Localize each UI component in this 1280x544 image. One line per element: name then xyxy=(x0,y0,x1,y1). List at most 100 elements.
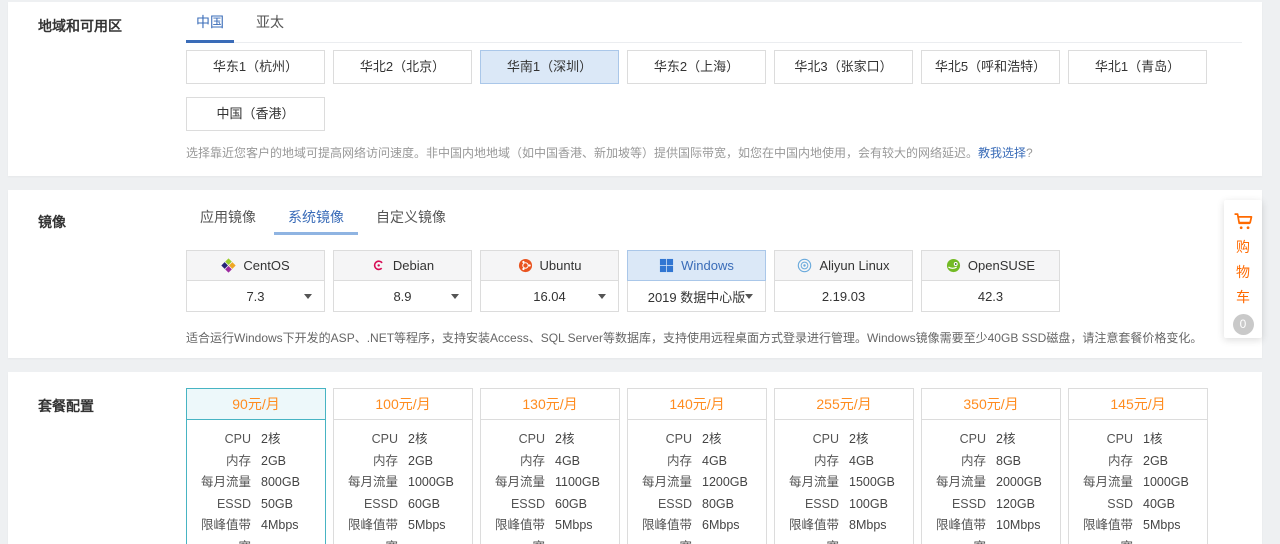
os-card-5[interactable]: OpenSUSE 42.3 xyxy=(921,250,1060,312)
help-link[interactable]: 教我选择 xyxy=(978,146,1026,160)
os-version-select[interactable]: 2019 数据中心版 xyxy=(627,281,766,312)
ubuntu-icon xyxy=(518,258,533,273)
spec-value: 2核 xyxy=(702,432,722,446)
image-tab-0[interactable]: 应用镜像 xyxy=(186,200,270,235)
region-section: 地域和可用区 中国 亚太 华东1（杭州） 华北2（北京） 华南1（深圳） 华东2（上海）… xyxy=(8,2,1262,176)
spec-value: 2GB xyxy=(261,453,287,468)
os-name: Aliyun Linux xyxy=(819,258,890,273)
image-tab-1[interactable]: 系统镜像 xyxy=(274,200,358,235)
spec-value: 4GB xyxy=(702,453,728,468)
plan-card-0[interactable]: 90元/月 CPU 2核内存 2GB 每月流量 800GB ESSD 50GB 限峰值带宽 4Mb… xyxy=(186,388,326,544)
spec-label: ESSD xyxy=(216,496,251,511)
spec-label: 内存 xyxy=(960,453,986,468)
region-button-0[interactable]: 华东1（杭州） xyxy=(186,50,325,84)
os-card-header: Windows xyxy=(627,250,766,281)
spec-label: 每月流量 xyxy=(788,475,839,489)
spec-label: 内存 xyxy=(666,453,692,468)
region-tabbar: 中国 亚太 xyxy=(186,2,1242,43)
plan-card-3[interactable]: 140元/月 CPU 2核内存 4GB 每月流量 1200GB ESSD 80GB 限峰值带宽 6… xyxy=(627,388,767,544)
centos-icon xyxy=(221,258,237,273)
spec-label: ESSD xyxy=(804,496,839,511)
spec-value: 1500GB xyxy=(849,475,895,489)
spec-value: 2核 xyxy=(996,432,1016,446)
region-button-1[interactable]: 华北2（北京） xyxy=(333,50,472,84)
plan-card-6[interactable]: 145元/月 CPU 1核内存 2GB 每月流量 1000GB SSD 40GB 限峰值带宽 5M… xyxy=(1068,388,1208,544)
image-section: 镜像 应用镜像 系统镜像 自定义镜像 CentOS 7.3 Debian 8.9 Ubunt… xyxy=(8,190,1262,358)
spec-label: 内存 xyxy=(813,453,839,468)
os-name: Debian xyxy=(392,258,435,273)
region-help-text: 选择靠近您客户的地域可提高网络访问速度。非中国内地地域（如中国香港、新加坡等）提… xyxy=(186,146,979,160)
os-version-select[interactable]: 7.3 xyxy=(186,281,325,312)
os-version-select[interactable]: 8.9 xyxy=(333,281,472,312)
spec-label: 每月流量 xyxy=(347,475,398,489)
os-name: Windows xyxy=(681,258,734,273)
spec-value: 1核 xyxy=(1143,432,1163,446)
cart-label-char: 物 xyxy=(1236,264,1250,280)
spec-label: CPU xyxy=(371,432,398,446)
os-card-1[interactable]: Debian 8.9 xyxy=(333,250,472,312)
spec-label: CPU xyxy=(1106,432,1133,446)
os-name: Ubuntu xyxy=(539,258,582,273)
region-button-2[interactable]: 华南1（深圳） xyxy=(480,50,619,84)
region-grid: 华东1（杭州） 华北2（北京） 华南1（深圳） 华东2（上海） 华北3（张家口） 华北5（… xyxy=(186,50,1242,144)
spec-label: 每月流量 xyxy=(1082,475,1133,489)
spec-value: 60GB xyxy=(408,496,440,511)
spec-value: 2核 xyxy=(849,432,869,446)
os-card-4[interactable]: Aliyun Linux 2.19.03 xyxy=(774,250,913,312)
spec-value: 8Mbps xyxy=(849,518,887,532)
plan-card-4[interactable]: 255元/月 CPU 2核内存 4GB 每月流量 1500GB ESSD 100GB 限峰值带宽… xyxy=(774,388,914,544)
plan-row: 90元/月 CPU 2核内存 2GB 每月流量 800GB ESSD 50GB 限峰值带宽 4Mb… xyxy=(186,388,1242,544)
region-button-3[interactable]: 华东2（上海） xyxy=(627,50,766,84)
debian-icon xyxy=(371,258,386,273)
os-description: 适合运行Windows下开发的ASP、.NET等程序，支持安装Access、SQ… xyxy=(186,331,1203,345)
image-section-title: 镜像 xyxy=(38,214,66,230)
plan-card-5[interactable]: 350元/月 CPU 2核内存 8GB 每月流量 2000GB ESSD 120GB 限峰值带宽… xyxy=(921,388,1061,544)
spec-value: 1000GB xyxy=(1143,475,1189,489)
spec-label: 内存 xyxy=(372,453,398,468)
spec-label: 每月流量 xyxy=(494,475,545,489)
plan-price: 90元/月 xyxy=(187,389,325,420)
spec-label: ESSD xyxy=(951,496,986,511)
os-card-2[interactable]: Ubuntu 16.04 xyxy=(480,250,619,312)
region-tab-1[interactable]: 亚太 xyxy=(246,2,294,42)
plan-card-2[interactable]: 130元/月 CPU 2核内存 4GB 每月流量 1100GB ESSD 60GB 限峰值带宽 5… xyxy=(480,388,620,544)
spec-label: 限峰值带宽 xyxy=(1082,518,1133,544)
region-button-6[interactable]: 华北1（青岛） xyxy=(1068,50,1207,84)
spec-label: 每月流量 xyxy=(641,475,692,489)
image-tab-2[interactable]: 自定义镜像 xyxy=(362,200,460,235)
spec-value: 4Mbps xyxy=(261,518,299,532)
spec-label: CPU xyxy=(224,432,251,446)
spec-label: CPU xyxy=(665,432,692,446)
os-card-3[interactable]: Windows 2019 数据中心版 xyxy=(627,250,766,312)
chevron-down-icon xyxy=(745,294,753,299)
spec-value: 5Mbps xyxy=(408,518,446,532)
os-card-header: CentOS xyxy=(186,250,325,281)
plan-price: 140元/月 xyxy=(628,389,766,420)
spec-label: 限峰值带宽 xyxy=(641,518,692,544)
chevron-down-icon xyxy=(598,294,606,299)
region-help: 选择靠近您客户的地域可提高网络访问速度。非中国内地地域（如中国香港、新加坡等）提… xyxy=(186,144,1242,161)
plan-specs: CPU 2核内存 4GB 每月流量 1100GB ESSD 60GB 限峰值带宽 5Mbps xyxy=(481,420,619,544)
spec-value: 2核 xyxy=(261,432,281,446)
spec-value: 800GB xyxy=(261,475,300,489)
region-button-4[interactable]: 华北3（张家口） xyxy=(774,50,913,84)
spec-label: 限峰值带宽 xyxy=(494,518,545,544)
spec-label: SSD xyxy=(1107,496,1133,511)
os-version-select[interactable]: 16.04 xyxy=(480,281,619,312)
spec-value: 60GB xyxy=(555,496,587,511)
chevron-down-icon xyxy=(304,294,312,299)
spec-label: ESSD xyxy=(510,496,545,511)
image-tabbar: 应用镜像 系统镜像 自定义镜像 xyxy=(186,190,1242,235)
region-tab-0[interactable]: 中国 xyxy=(186,2,234,43)
cart-panel[interactable]: 购物车 0 xyxy=(1224,200,1262,338)
plan-card-1[interactable]: 100元/月 CPU 2核内存 2GB 每月流量 1000GB ESSD 60GB 限峰值带宽 5… xyxy=(333,388,473,544)
spec-value: 2GB xyxy=(408,453,434,468)
spec-value: 1100GB xyxy=(555,475,600,489)
os-card-0[interactable]: CentOS 7.3 xyxy=(186,250,325,312)
region-button-7[interactable]: 中国（香港） xyxy=(186,97,325,131)
region-button-5[interactable]: 华北5（呼和浩特） xyxy=(921,50,1060,84)
spec-label: 限峰值带宽 xyxy=(935,518,986,544)
spec-label: CPU xyxy=(959,432,986,446)
spec-label: 内存 xyxy=(225,453,251,468)
os-version-value: 42.3 xyxy=(977,288,1004,304)
